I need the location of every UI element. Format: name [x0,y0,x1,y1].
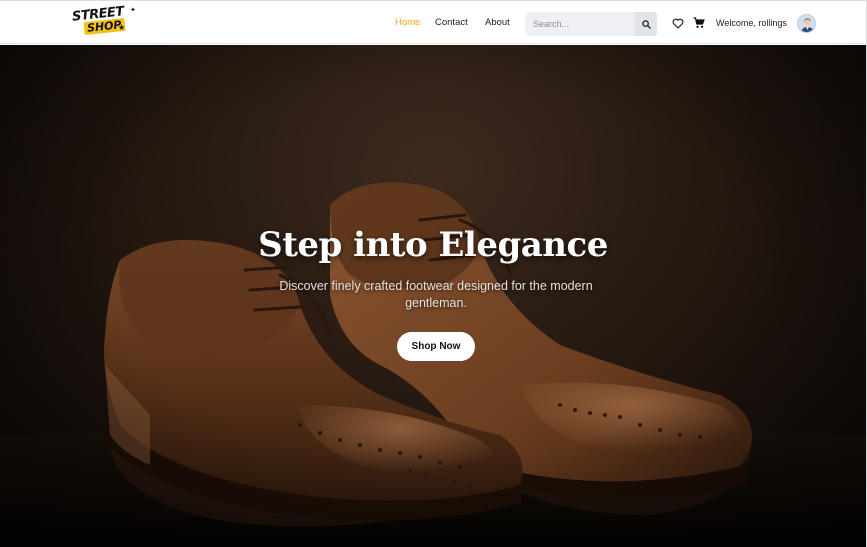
logo-star-icon: ★ [118,23,126,32]
search-icon [641,19,651,29]
hero-title: Step into Elegance [258,225,608,265]
nav-link-about[interactable]: About [485,17,510,28]
search-button[interactable] [635,12,657,36]
hero-subtitle: Discover finely crafted footwear designe… [279,279,593,310]
wishlist-button[interactable] [671,16,685,30]
nav-link-home[interactable]: Home [395,17,420,28]
nav-link-contact[interactable]: Contact [435,17,468,28]
cart-button[interactable] [692,16,706,30]
shop-now-button[interactable]: Shop Now [397,332,475,361]
cart-icon [693,17,705,28]
hero-banner: Step into Elegance Discover finely craft… [0,45,866,547]
user-avatar[interactable] [797,14,816,33]
navbar: STREET SHOP ★ ✦ Home Contact About Welco [0,1,866,44]
avatar-icon [798,15,815,32]
search-bar [525,12,657,36]
logo-spark-icon: ✦ [130,7,136,14]
brand-logo[interactable]: STREET SHOP ★ ✦ [71,4,136,41]
heart-icon [672,18,684,29]
welcome-text: Welcome, rollings [716,18,787,28]
search-input[interactable] [525,12,635,36]
